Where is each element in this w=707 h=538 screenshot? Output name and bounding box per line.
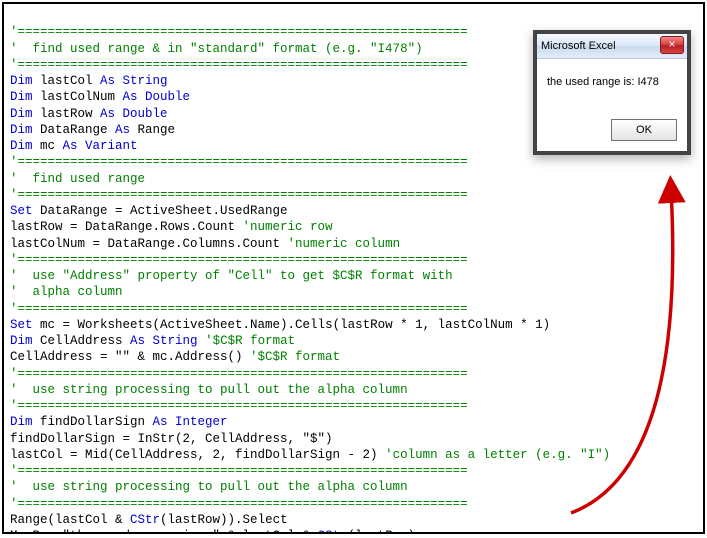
divider: '=======================================…: [10, 464, 468, 478]
dialog-title: Microsoft Excel: [541, 39, 616, 53]
kw-dim: Dim: [10, 74, 33, 88]
screenshot-frame: '=======================================…: [2, 2, 705, 534]
divider: '=======================================…: [10, 399, 468, 413]
divider: '=======================================…: [10, 302, 468, 316]
divider: '=======================================…: [10, 253, 468, 267]
dialog-body: the used range is: I478: [537, 59, 687, 111]
divider: '=======================================…: [10, 58, 468, 72]
msgbox-dialog: Microsoft Excel × the used range is: I47…: [533, 30, 691, 155]
close-icon[interactable]: ×: [660, 36, 684, 54]
comment-find-range: ' find used range: [10, 172, 145, 186]
divider: '=======================================…: [10, 155, 468, 169]
divider: '=======================================…: [10, 497, 468, 511]
dialog-message: the used range is: I478: [547, 76, 659, 88]
dialog-titlebar[interactable]: Microsoft Excel ×: [537, 34, 687, 59]
divider: '=======================================…: [10, 188, 468, 202]
divider: '=======================================…: [10, 367, 468, 381]
comment-header: ' find used range & in "standard" format…: [10, 42, 423, 56]
dialog-button-row: OK: [537, 111, 687, 151]
ok-button[interactable]: OK: [611, 119, 677, 141]
divider: '=======================================…: [10, 25, 468, 39]
